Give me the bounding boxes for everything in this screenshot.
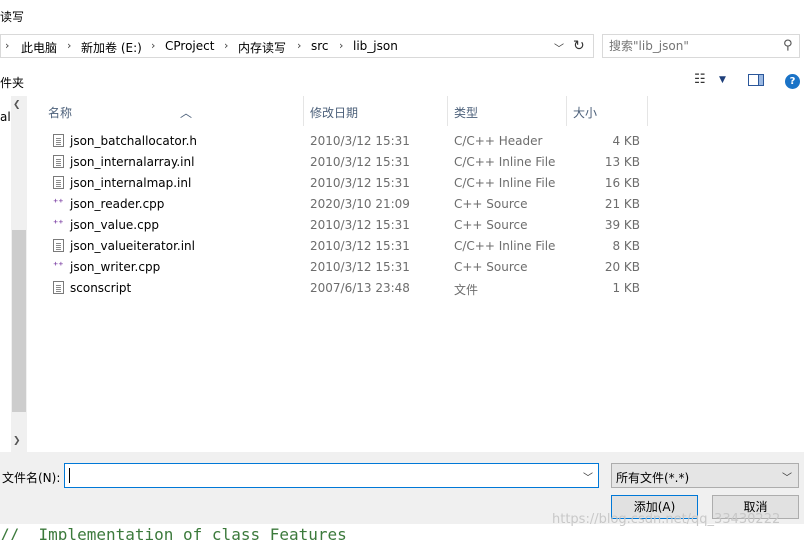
refresh-icon[interactable]: ↻: [573, 38, 585, 54]
cpp-file-icon: ⁺⁺: [53, 261, 64, 272]
column-header-type[interactable]: 类型: [448, 96, 567, 126]
filename-label: 文件名(N):: [2, 471, 61, 485]
watermark-text: https://blog.csdn.net/qq_33430222: [552, 512, 781, 527]
breadcrumb-src[interactable]: src: [311, 39, 329, 53]
file-size: 16 KB: [604, 176, 640, 190]
address-history-dropdown-icon[interactable]: ﹀: [554, 40, 564, 55]
document-file-icon: [53, 155, 64, 168]
file-row[interactable]: ⁺⁺ json_writer.cpp 2010/3/12 15:31 C++ S…: [48, 257, 648, 278]
file-date: 2020/3/10 21:09: [310, 197, 410, 211]
file-name: json_value.cpp: [70, 218, 159, 232]
file-type: 文件: [454, 283, 479, 297]
title-bar: 读写: [0, 0, 804, 31]
file-name: json_writer.cpp: [70, 260, 161, 274]
toolbar: 件夹 ☷ ▼ ?: [0, 66, 804, 96]
file-size: 1 KB: [612, 281, 640, 295]
file-type: C/C++ Inline File: [454, 155, 556, 169]
cpp-file-icon: ⁺⁺: [53, 219, 64, 230]
file-name: json_internalarray.inl: [70, 155, 195, 169]
search-input[interactable]: [609, 38, 775, 54]
file-row[interactable]: json_internalmap.inl 2010/3/12 15:31 C/C…: [48, 173, 648, 194]
file-row[interactable]: sconscript 2007/6/13 23:48 文件 1 KB: [48, 278, 648, 299]
view-options-icon[interactable]: ☷: [694, 72, 706, 87]
file-type: C/C++ Inline File: [454, 239, 556, 253]
column-type-label: 类型: [454, 106, 479, 120]
scroll-down-icon[interactable]: ❯: [13, 436, 21, 446]
file-type: C++ Source: [454, 260, 528, 274]
filter-dropdown-icon[interactable]: ﹀: [782, 469, 792, 484]
file-size: 21 KB: [604, 197, 640, 211]
column-header-name[interactable]: 名称 ︿: [40, 96, 304, 126]
column-size-label: 大小: [573, 106, 598, 120]
search-box[interactable]: ⚲: [602, 34, 800, 58]
file-type-filter[interactable]: 所有文件(*.*) ﹀: [611, 463, 799, 488]
file-date: 2007/6/13 23:48: [310, 281, 410, 295]
column-header-size[interactable]: 大小: [567, 96, 648, 126]
file-date: 2010/3/12 15:31: [310, 239, 410, 253]
text-caret: [69, 468, 70, 483]
breadcrumb-cproject[interactable]: CProject: [165, 39, 214, 53]
file-row[interactable]: json_valueiterator.inl 2010/3/12 15:31 C…: [48, 236, 648, 257]
breadcrumb-separator[interactable]: ›: [339, 39, 343, 52]
filename-dropdown-icon[interactable]: ﹀: [583, 469, 593, 484]
file-type: C++ Source: [454, 197, 528, 211]
document-file-icon: [53, 239, 64, 252]
breadcrumb-separator[interactable]: ›: [297, 39, 301, 52]
file-row[interactable]: ⁺⁺ json_value.cpp 2010/3/12 15:31 C++ So…: [48, 215, 648, 236]
preview-pane-icon[interactable]: [748, 74, 764, 86]
view-dropdown-icon[interactable]: ▼: [719, 75, 726, 85]
address-bar[interactable]: › 此电脑 › 新加卷 (E:) › CProject › 内存读写 › src…: [0, 34, 594, 58]
window-title: 读写: [0, 10, 25, 24]
breadcrumb-separator[interactable]: ›: [151, 39, 155, 52]
file-size: 8 KB: [612, 239, 640, 253]
file-date: 2010/3/12 15:31: [310, 176, 410, 190]
file-name: sconscript: [70, 281, 132, 295]
file-row[interactable]: ⁺⁺ json_reader.cpp 2020/3/10 21:09 C++ S…: [48, 194, 648, 215]
file-row[interactable]: json_internalarray.inl 2010/3/12 15:31 C…: [48, 152, 648, 173]
file-type: C/C++ Header: [454, 134, 543, 148]
column-header-date[interactable]: 修改日期: [304, 96, 448, 126]
document-file-icon: [53, 176, 64, 189]
header-file-icon: [53, 134, 64, 147]
file-row[interactable]: json_batchallocator.h 2010/3/12 15:31 C/…: [48, 131, 648, 152]
filename-combobox[interactable]: ﹀: [64, 463, 599, 488]
file-list[interactable]: 名称 ︿ 修改日期 类型 大小 json_batchallocator.h 20…: [28, 96, 804, 452]
file-size: 39 KB: [604, 218, 640, 232]
column-name-label: 名称: [48, 106, 73, 120]
nav-item-label[interactable]: al: [0, 110, 11, 124]
scrollbar-thumb[interactable]: [12, 230, 26, 412]
column-date-label: 修改日期: [310, 106, 359, 120]
file-date: 2010/3/12 15:31: [310, 218, 410, 232]
file-name: json_internalmap.inl: [70, 176, 192, 190]
background-code-line: // Implementation of class Features: [0, 525, 347, 540]
file-name: json_reader.cpp: [70, 197, 165, 211]
file-date: 2010/3/12 15:31: [310, 260, 410, 274]
file-size: 13 KB: [604, 155, 640, 169]
file-date: 2010/3/12 15:31: [310, 155, 410, 169]
file-type: C++ Source: [454, 218, 528, 232]
filename-input[interactable]: [68, 467, 568, 484]
search-icon[interactable]: ⚲: [783, 38, 793, 53]
scroll-up-icon[interactable]: ❮: [13, 100, 21, 110]
breadcrumb-separator[interactable]: ›: [67, 39, 71, 52]
file-date: 2010/3/12 15:31: [310, 134, 410, 148]
file-name: json_batchallocator.h: [70, 134, 198, 148]
help-icon[interactable]: ?: [785, 74, 800, 89]
file-size: 20 KB: [604, 260, 640, 274]
file-type-filter-value: 所有文件(*.*): [616, 471, 690, 485]
breadcrumb-lib-json[interactable]: lib_json: [353, 39, 398, 53]
file-size: 4 KB: [612, 134, 640, 148]
navigation-scrollbar[interactable]: ❮ ❯: [11, 96, 27, 452]
file-name: json_valueiterator.inl: [70, 239, 195, 253]
cpp-file-icon: ⁺⁺: [53, 198, 64, 209]
breadcrumb-separator[interactable]: ›: [224, 39, 228, 52]
file-type: C/C++ Inline File: [454, 176, 556, 190]
breadcrumb-memory-rw[interactable]: 内存读写: [238, 39, 286, 56]
breadcrumb-this-pc[interactable]: 此电脑: [21, 39, 57, 56]
sort-ascending-icon: ︿: [180, 106, 193, 120]
breadcrumb-drive-e[interactable]: 新加卷 (E:): [81, 39, 142, 56]
new-folder-button[interactable]: 件夹: [0, 74, 24, 91]
blank-file-icon: [53, 281, 64, 294]
breadcrumb-separator: ›: [5, 39, 10, 52]
